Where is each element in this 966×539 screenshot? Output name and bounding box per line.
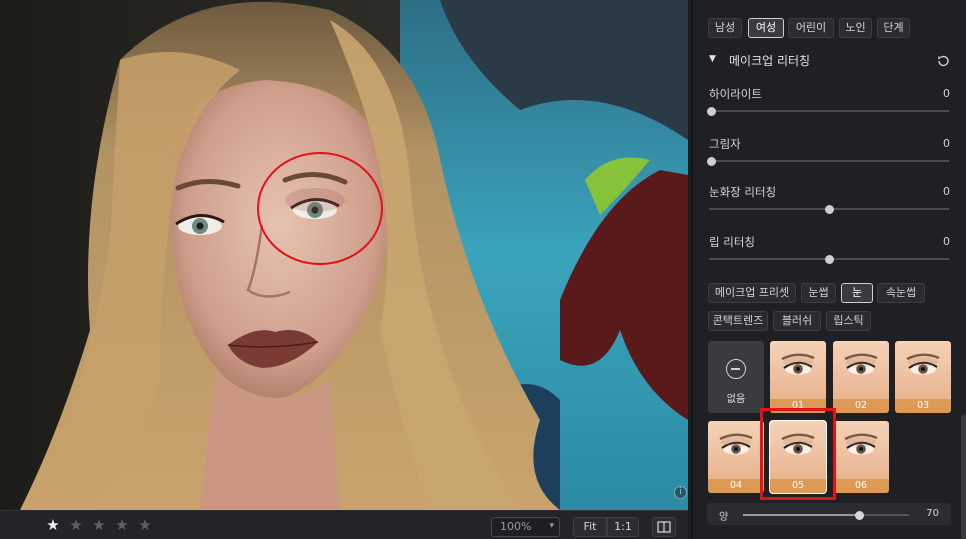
eye-thumbnail — [708, 421, 764, 479]
gender-tab[interactable]: 여성 — [748, 18, 784, 38]
eye-thumbnail — [833, 341, 889, 399]
reset-icon[interactable] — [936, 54, 950, 68]
star-icon[interactable]: ★ — [67, 517, 85, 533]
star-icon[interactable]: ★ — [44, 517, 62, 533]
slider-label: 눈화장 리터칭 — [709, 185, 777, 199]
slider-track[interactable] — [709, 205, 949, 214]
makeup-tab[interactable]: 콘택트렌즈 — [708, 311, 768, 331]
compare-glyph — [657, 521, 671, 533]
slider-track[interactable] — [707, 157, 949, 166]
gender-tab[interactable]: 단계 — [877, 18, 910, 38]
minus-circle-icon — [726, 359, 746, 379]
preset-label: 06 — [833, 479, 889, 493]
makeup-tab[interactable]: 메이크업 프리셋 — [708, 283, 796, 303]
star-rating[interactable]: ★ ★ ★ ★ ★ — [44, 517, 154, 533]
makeup-tab[interactable]: 눈썹 — [801, 283, 836, 303]
preset-image — [895, 341, 951, 399]
makeup-tab[interactable]: 블러쉬 — [773, 311, 821, 331]
makeup-tab[interactable]: 립스틱 — [826, 311, 871, 331]
amount-label: 양 — [719, 512, 729, 523]
gender-tab[interactable]: 어린이 — [788, 18, 834, 38]
slider-thumb[interactable] — [825, 255, 834, 264]
one-to-one-button[interactable]: 1:1 — [607, 517, 639, 537]
eye-thumbnail — [833, 421, 889, 479]
slider-label: 그림자 — [709, 137, 741, 151]
slider-label: 하이라이트 — [709, 87, 762, 101]
preset-label: 04 — [708, 479, 764, 493]
panel-scrollbar[interactable] — [961, 415, 966, 539]
amount-slider-fill — [743, 514, 860, 516]
slider-value: 0 — [943, 137, 950, 150]
preset-label: 03 — [895, 399, 951, 413]
eye-thumbnail — [770, 341, 826, 399]
slider-value: 0 — [943, 87, 950, 100]
preset-thumbnail[interactable]: 06 — [833, 421, 889, 493]
amount-slider-thumb[interactable] — [855, 511, 865, 520]
slider-track[interactable] — [707, 107, 949, 116]
preset-image — [833, 341, 889, 399]
preset-highlight-annotation — [760, 408, 836, 500]
preset-label: 02 — [833, 399, 889, 413]
zoom-select[interactable]: 100% ▾ — [491, 517, 560, 537]
star-icon[interactable]: ★ — [90, 517, 108, 533]
preset-image — [833, 421, 889, 479]
makeup-section-header[interactable]: ▼ 메이크업 리터칭 — [709, 52, 949, 68]
slider-label: 립 리터칭 — [709, 235, 755, 249]
gender-tab[interactable]: 남성 — [708, 18, 742, 38]
star-icon[interactable]: ★ — [136, 517, 154, 533]
eye-highlight-annotation — [257, 152, 383, 265]
gender-tab[interactable]: 노인 — [839, 18, 872, 38]
preset-image — [770, 341, 826, 399]
bottom-toolbar: ★ ★ ★ ★ ★ 100% ▾ Fit 1:1 — [0, 510, 688, 539]
makeup-tab[interactable]: 눈 — [841, 283, 873, 303]
fit-button[interactable]: Fit — [573, 517, 607, 537]
preset-none[interactable]: 없음 — [708, 341, 764, 413]
slider-thumb[interactable] — [707, 157, 716, 166]
amount-slider-track[interactable] — [743, 511, 909, 520]
section-title: 메이크업 리터칭 — [729, 54, 811, 68]
info-icon[interactable]: i — [674, 486, 687, 499]
preset-image — [708, 421, 764, 479]
preset-thumbnail[interactable]: 02 — [833, 341, 889, 413]
photo-editor-app: i ★ ★ ★ ★ ★ 100% ▾ Fit 1:1 남성 여성 어린이 노인 단계 ▼ 메이크… — [0, 0, 966, 539]
star-icon[interactable]: ★ — [113, 517, 131, 533]
slider-value: 0 — [943, 185, 950, 198]
compare-icon[interactable] — [652, 517, 676, 537]
slider-value: 0 — [943, 235, 950, 248]
preset-label: 없음 — [726, 394, 746, 405]
chevron-down-icon: ▾ — [549, 521, 554, 531]
triangle-down-icon: ▼ — [709, 54, 716, 64]
amount-control[interactable]: 양 70 — [707, 503, 951, 525]
zoom-value: 100% — [500, 520, 532, 533]
amount-value: 70 — [926, 508, 939, 519]
preset-thumbnail[interactable]: 03 — [895, 341, 951, 413]
eye-thumbnail — [895, 341, 951, 399]
slider-thumb[interactable] — [707, 107, 716, 116]
slider-track[interactable] — [709, 255, 949, 264]
preset-thumbnail[interactable]: 01 — [770, 341, 826, 413]
slider-thumb[interactable] — [825, 205, 834, 214]
preset-thumbnail[interactable]: 04 — [708, 421, 764, 493]
makeup-tab[interactable]: 속눈썹 — [877, 283, 925, 303]
